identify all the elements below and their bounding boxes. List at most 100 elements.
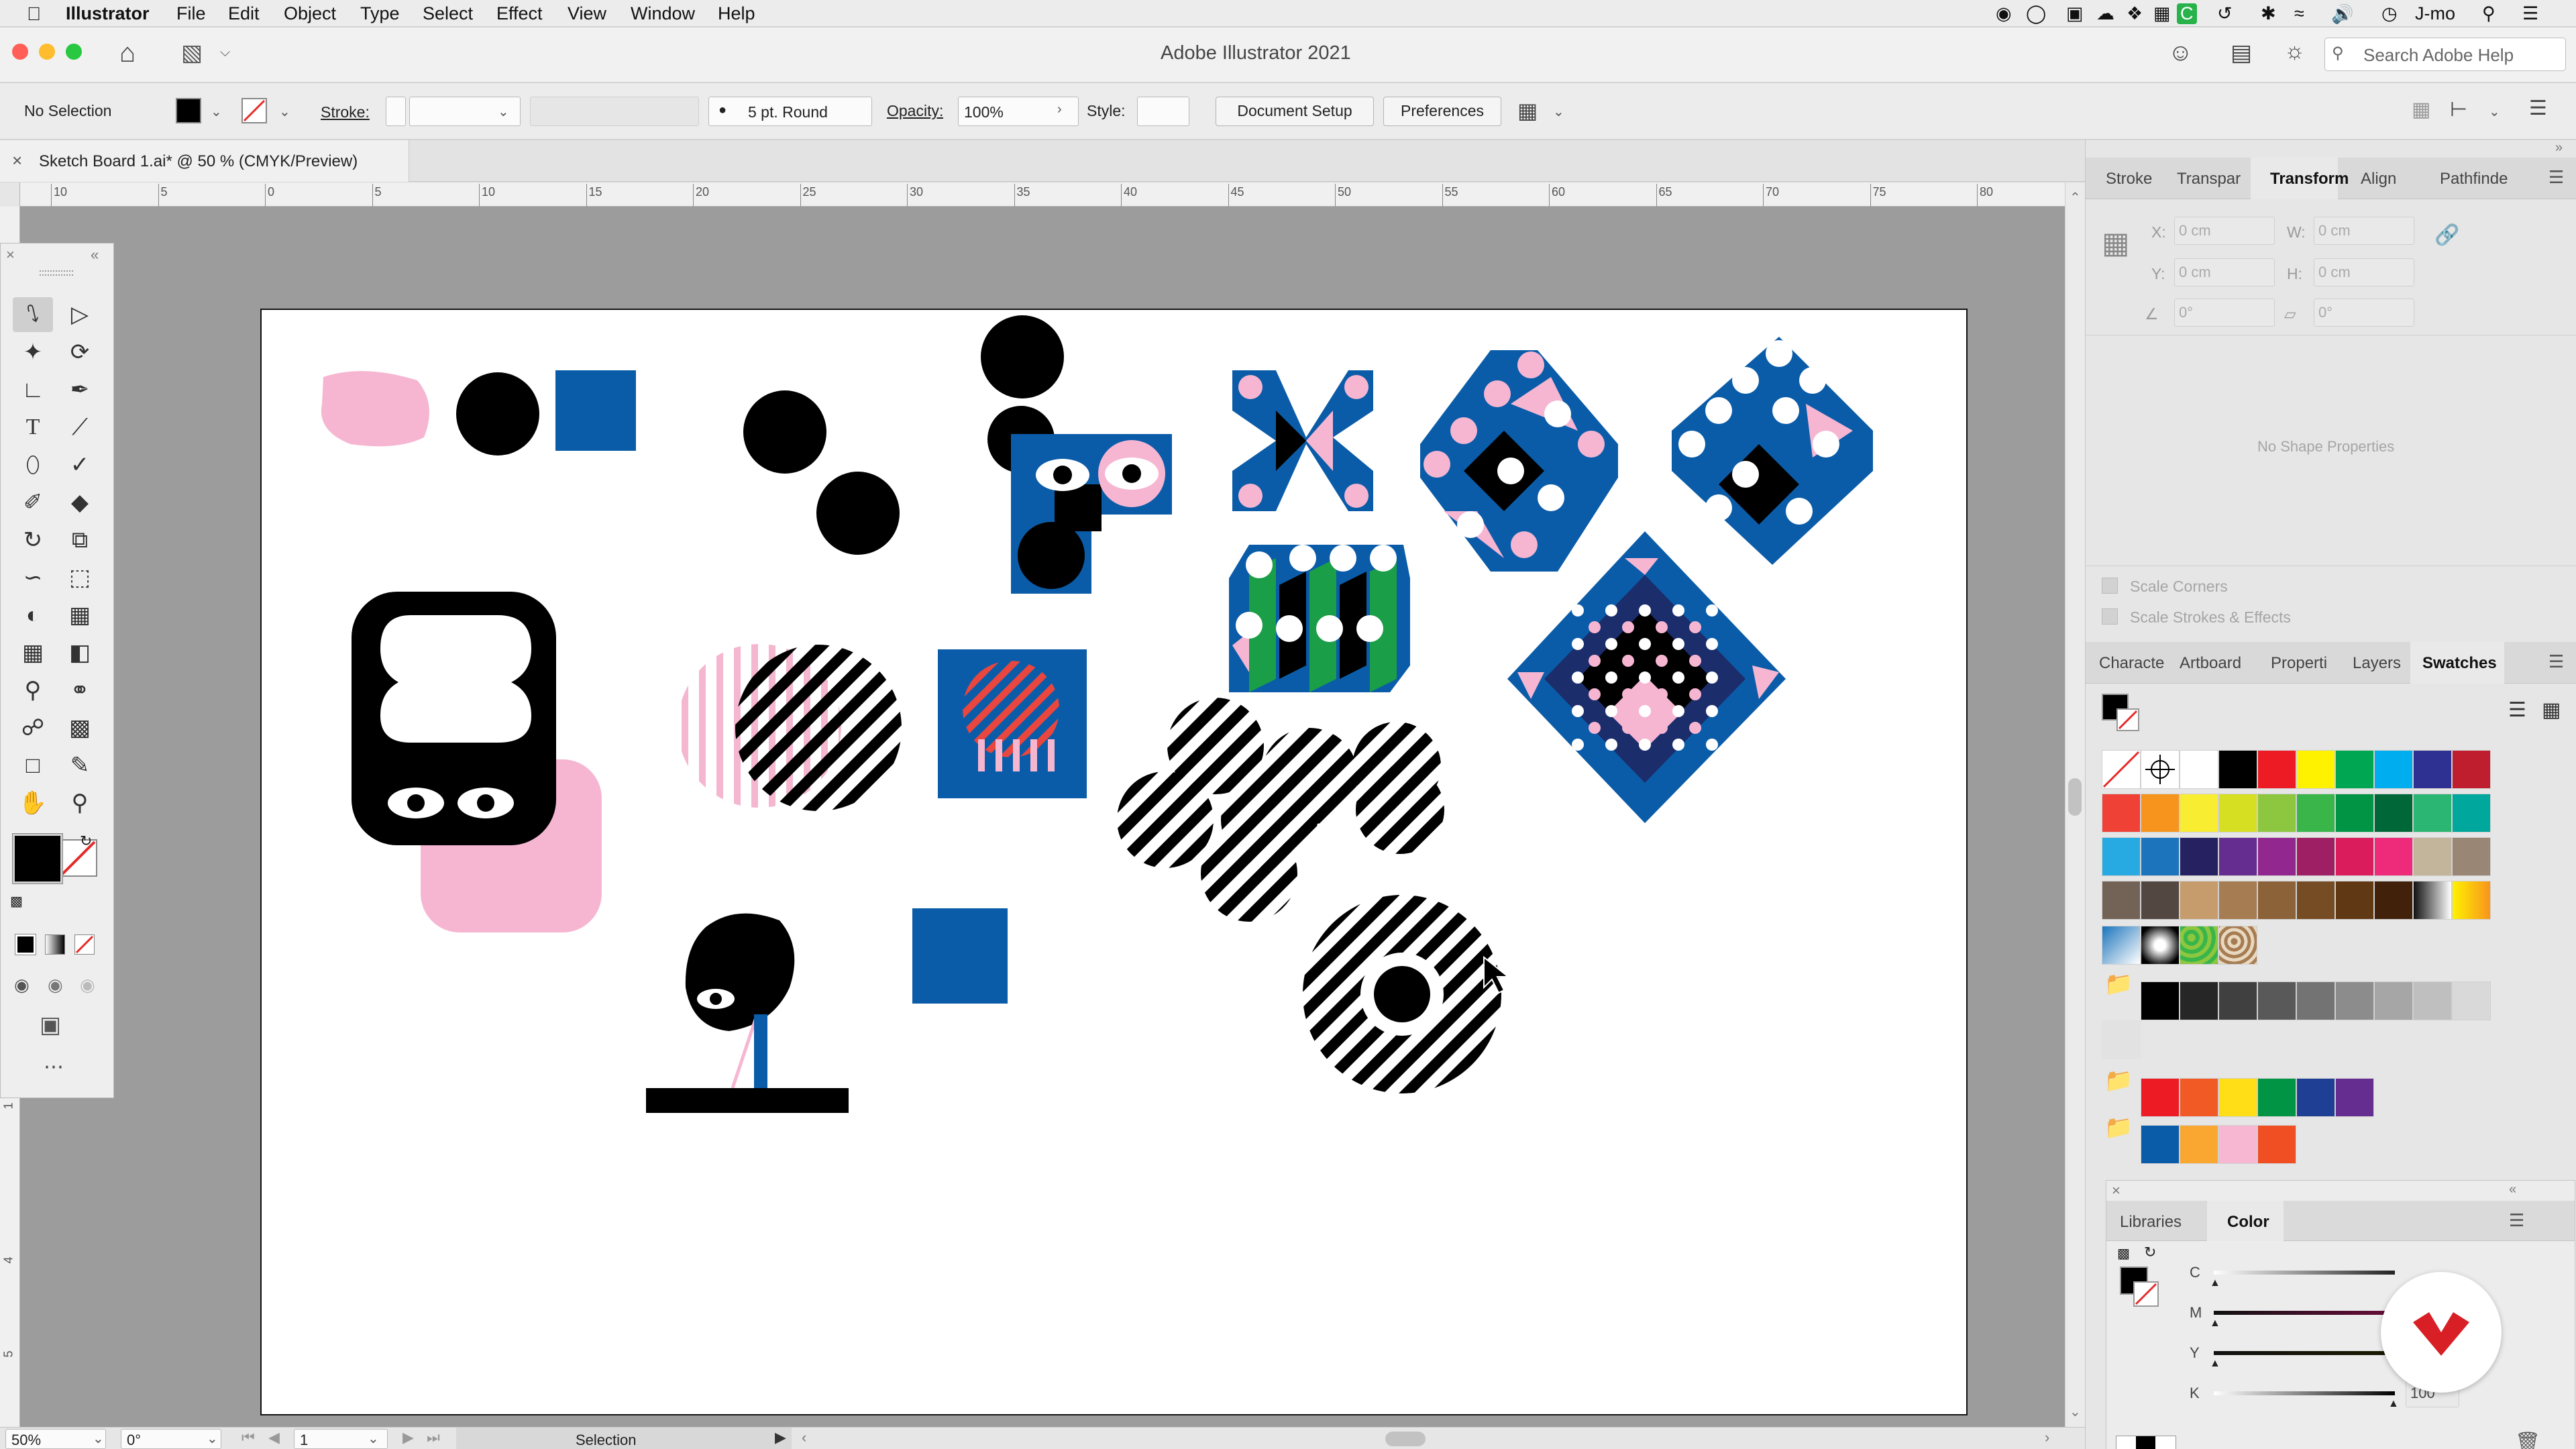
swatch-group1[interactable] bbox=[2141, 1078, 2180, 1117]
workspace-icon[interactable]: ▧ bbox=[181, 40, 203, 66]
tab-pathfinder[interactable]: Pathfinde bbox=[2440, 170, 2508, 189]
shaper-tool-icon[interactable]: ✐ bbox=[13, 485, 53, 520]
magic-wand-tool-icon[interactable]: ✦ bbox=[13, 335, 53, 370]
shear-field[interactable]: 0° bbox=[2314, 299, 2414, 327]
y-field[interactable]: 0 cm bbox=[2174, 258, 2275, 286]
menu-help[interactable]: Help bbox=[718, 3, 755, 24]
edit-toolbar-more-icon[interactable]: ⋯ bbox=[44, 1055, 64, 1079]
pen-tool-icon[interactable]: ✒ bbox=[60, 372, 100, 407]
opacity-label[interactable]: Opacity: bbox=[887, 102, 943, 120]
horizontal-ruler[interactable]: 10 5 0 5 10 15 20 25 30 35 40 45 50 55 60 65 70 75 80 bbox=[0, 182, 2078, 207]
close-tab-icon[interactable]: × bbox=[12, 150, 22, 171]
swatch[interactable] bbox=[2452, 837, 2491, 876]
close-window-button[interactable] bbox=[12, 44, 28, 60]
ellipse-tool-icon[interactable]: ⬯ bbox=[13, 447, 53, 482]
menu-effect[interactable]: Effect bbox=[496, 3, 543, 24]
quick-actions-chevron-icon[interactable]: ⌄ bbox=[1553, 103, 1564, 120]
none-mode-icon[interactable] bbox=[74, 934, 95, 955]
menu-object[interactable]: Object bbox=[284, 3, 336, 24]
eyedropper-tool-icon[interactable]: ⚲ bbox=[13, 673, 53, 708]
swatch[interactable] bbox=[2335, 881, 2374, 920]
tab-properties[interactable]: Properti bbox=[2271, 654, 2327, 673]
help-search-box[interactable]: ⚲ Search Adobe Help bbox=[2324, 38, 2566, 71]
artboard-tool-icon[interactable]: □ bbox=[13, 748, 53, 783]
swatch-gray[interactable] bbox=[2257, 981, 2296, 1020]
account-icon[interactable]: ☺ bbox=[2168, 38, 2193, 66]
swatch-group2[interactable] bbox=[2257, 1125, 2296, 1164]
swatch-gray[interactable] bbox=[2180, 981, 2218, 1020]
draw-behind-icon[interactable]: ◉ bbox=[48, 975, 63, 996]
time-machine-icon[interactable]: ↺ bbox=[2217, 3, 2233, 24]
tab-swatches[interactable]: Swatches bbox=[2422, 654, 2497, 673]
swatch[interactable] bbox=[2180, 881, 2218, 920]
menu-edit[interactable]: Edit bbox=[228, 3, 260, 24]
blend-tool-icon[interactable]: ⚭ bbox=[60, 673, 100, 708]
close-panel-icon[interactable]: × bbox=[2112, 1182, 2121, 1199]
grid-view-icon[interactable]: ▦ bbox=[2542, 698, 2561, 722]
vertical-scrollbar[interactable]: ⌃ ⌄ bbox=[2065, 182, 2085, 1427]
help-search-input[interactable]: Search Adobe Help bbox=[2363, 45, 2514, 66]
paintbrush-tool-icon[interactable]: ✓ bbox=[60, 447, 100, 482]
draw-inside-icon[interactable]: ◉ bbox=[80, 975, 95, 996]
wifi-icon[interactable]: ≈ bbox=[2294, 3, 2304, 24]
record-icon[interactable]: ◉ bbox=[1996, 3, 2012, 24]
free-transform-tool-icon[interactable]: ⬚ bbox=[60, 560, 100, 595]
color-mode-icon[interactable] bbox=[15, 934, 36, 955]
align-options-icon[interactable]: ▦ bbox=[2412, 98, 2430, 121]
stroke-dropdown-chevron-icon[interactable]: ⌄ bbox=[279, 103, 290, 120]
swatch[interactable] bbox=[2180, 794, 2218, 833]
home-icon[interactable]: ⌂ bbox=[119, 38, 136, 68]
swatch[interactable] bbox=[2296, 750, 2335, 789]
gradient-tool-icon[interactable]: ◧ bbox=[60, 635, 100, 670]
swatch[interactable] bbox=[2335, 794, 2374, 833]
scale-tool-icon[interactable]: ⧉ bbox=[60, 523, 100, 557]
swatch[interactable] bbox=[2452, 750, 2491, 789]
control-panel-menu-icon[interactable]: ☰ bbox=[2529, 97, 2547, 120]
swatch-none[interactable] bbox=[2102, 750, 2141, 789]
swatch-pattern-paisley[interactable] bbox=[2218, 926, 2257, 965]
fill-color-box[interactable] bbox=[12, 833, 63, 884]
grammarly-icon[interactable]: C bbox=[2177, 3, 2197, 24]
list-view-icon[interactable]: ☰ bbox=[2508, 698, 2526, 722]
brush-definition-select[interactable]: ● 5 pt. Round bbox=[708, 97, 872, 126]
collapse-dock-icon[interactable]: » bbox=[2555, 140, 2563, 156]
line-segment-tool-icon[interactable]: ⟋ bbox=[60, 410, 100, 445]
menu-user-name[interactable]: J-mo bbox=[2415, 3, 2455, 24]
swatch[interactable] bbox=[2102, 794, 2141, 833]
swatch[interactable] bbox=[2296, 881, 2335, 920]
swatch-group2[interactable] bbox=[2218, 1125, 2257, 1164]
h-field[interactable]: 0 cm bbox=[2314, 258, 2414, 286]
close-panel-icon[interactable]: × bbox=[6, 246, 15, 264]
selection-tool-icon[interactable]: ⭛ bbox=[13, 297, 53, 332]
swatch-stroke-indicator[interactable] bbox=[2116, 708, 2139, 731]
vertical-scroll-thumb[interactable] bbox=[2068, 778, 2082, 816]
swatch-gray[interactable] bbox=[2374, 981, 2413, 1020]
channel-m-slider[interactable] bbox=[2214, 1311, 2395, 1315]
swatch[interactable] bbox=[2413, 750, 2452, 789]
next-artboard-icon[interactable]: ▶ bbox=[402, 1429, 414, 1446]
scale-strokes-checkbox[interactable] bbox=[2102, 608, 2118, 625]
menu-select[interactable]: Select bbox=[423, 3, 473, 24]
swatch-group1[interactable] bbox=[2218, 1078, 2257, 1117]
w-field[interactable]: 0 cm bbox=[2314, 217, 2414, 245]
scroll-right-icon[interactable]: › bbox=[2045, 1429, 2049, 1446]
column-graph-tool-icon[interactable]: ▩ bbox=[60, 710, 100, 745]
swatch[interactable] bbox=[2257, 837, 2296, 876]
swatch[interactable] bbox=[2296, 837, 2335, 876]
swatch-gray[interactable] bbox=[2335, 981, 2374, 1020]
swap-fill-stroke-icon[interactable]: ↻ bbox=[80, 833, 92, 850]
swatch[interactable] bbox=[2141, 837, 2180, 876]
reference-point-icon[interactable]: ▦ bbox=[2102, 226, 2130, 260]
rotation-chevron-icon[interactable]: ⌄ bbox=[207, 1430, 218, 1447]
tab-libraries[interactable]: Libraries bbox=[2120, 1213, 2182, 1232]
swatch-gradient-bw[interactable] bbox=[2413, 881, 2452, 920]
panel-menu-icon[interactable]: ☰ bbox=[2548, 167, 2564, 188]
swatch[interactable] bbox=[2102, 837, 2141, 876]
channel-y-slider[interactable] bbox=[2214, 1351, 2395, 1355]
horizontal-scroll-thumb[interactable] bbox=[1385, 1432, 1426, 1446]
constrain-proportions-icon[interactable]: 🔗 bbox=[2434, 223, 2459, 247]
fill-color-swatch[interactable] bbox=[176, 98, 201, 123]
cloud-icon[interactable]: ☁ bbox=[2096, 3, 2114, 24]
tab-layers[interactable]: Layers bbox=[2353, 654, 2401, 673]
swatch[interactable] bbox=[2374, 881, 2413, 920]
